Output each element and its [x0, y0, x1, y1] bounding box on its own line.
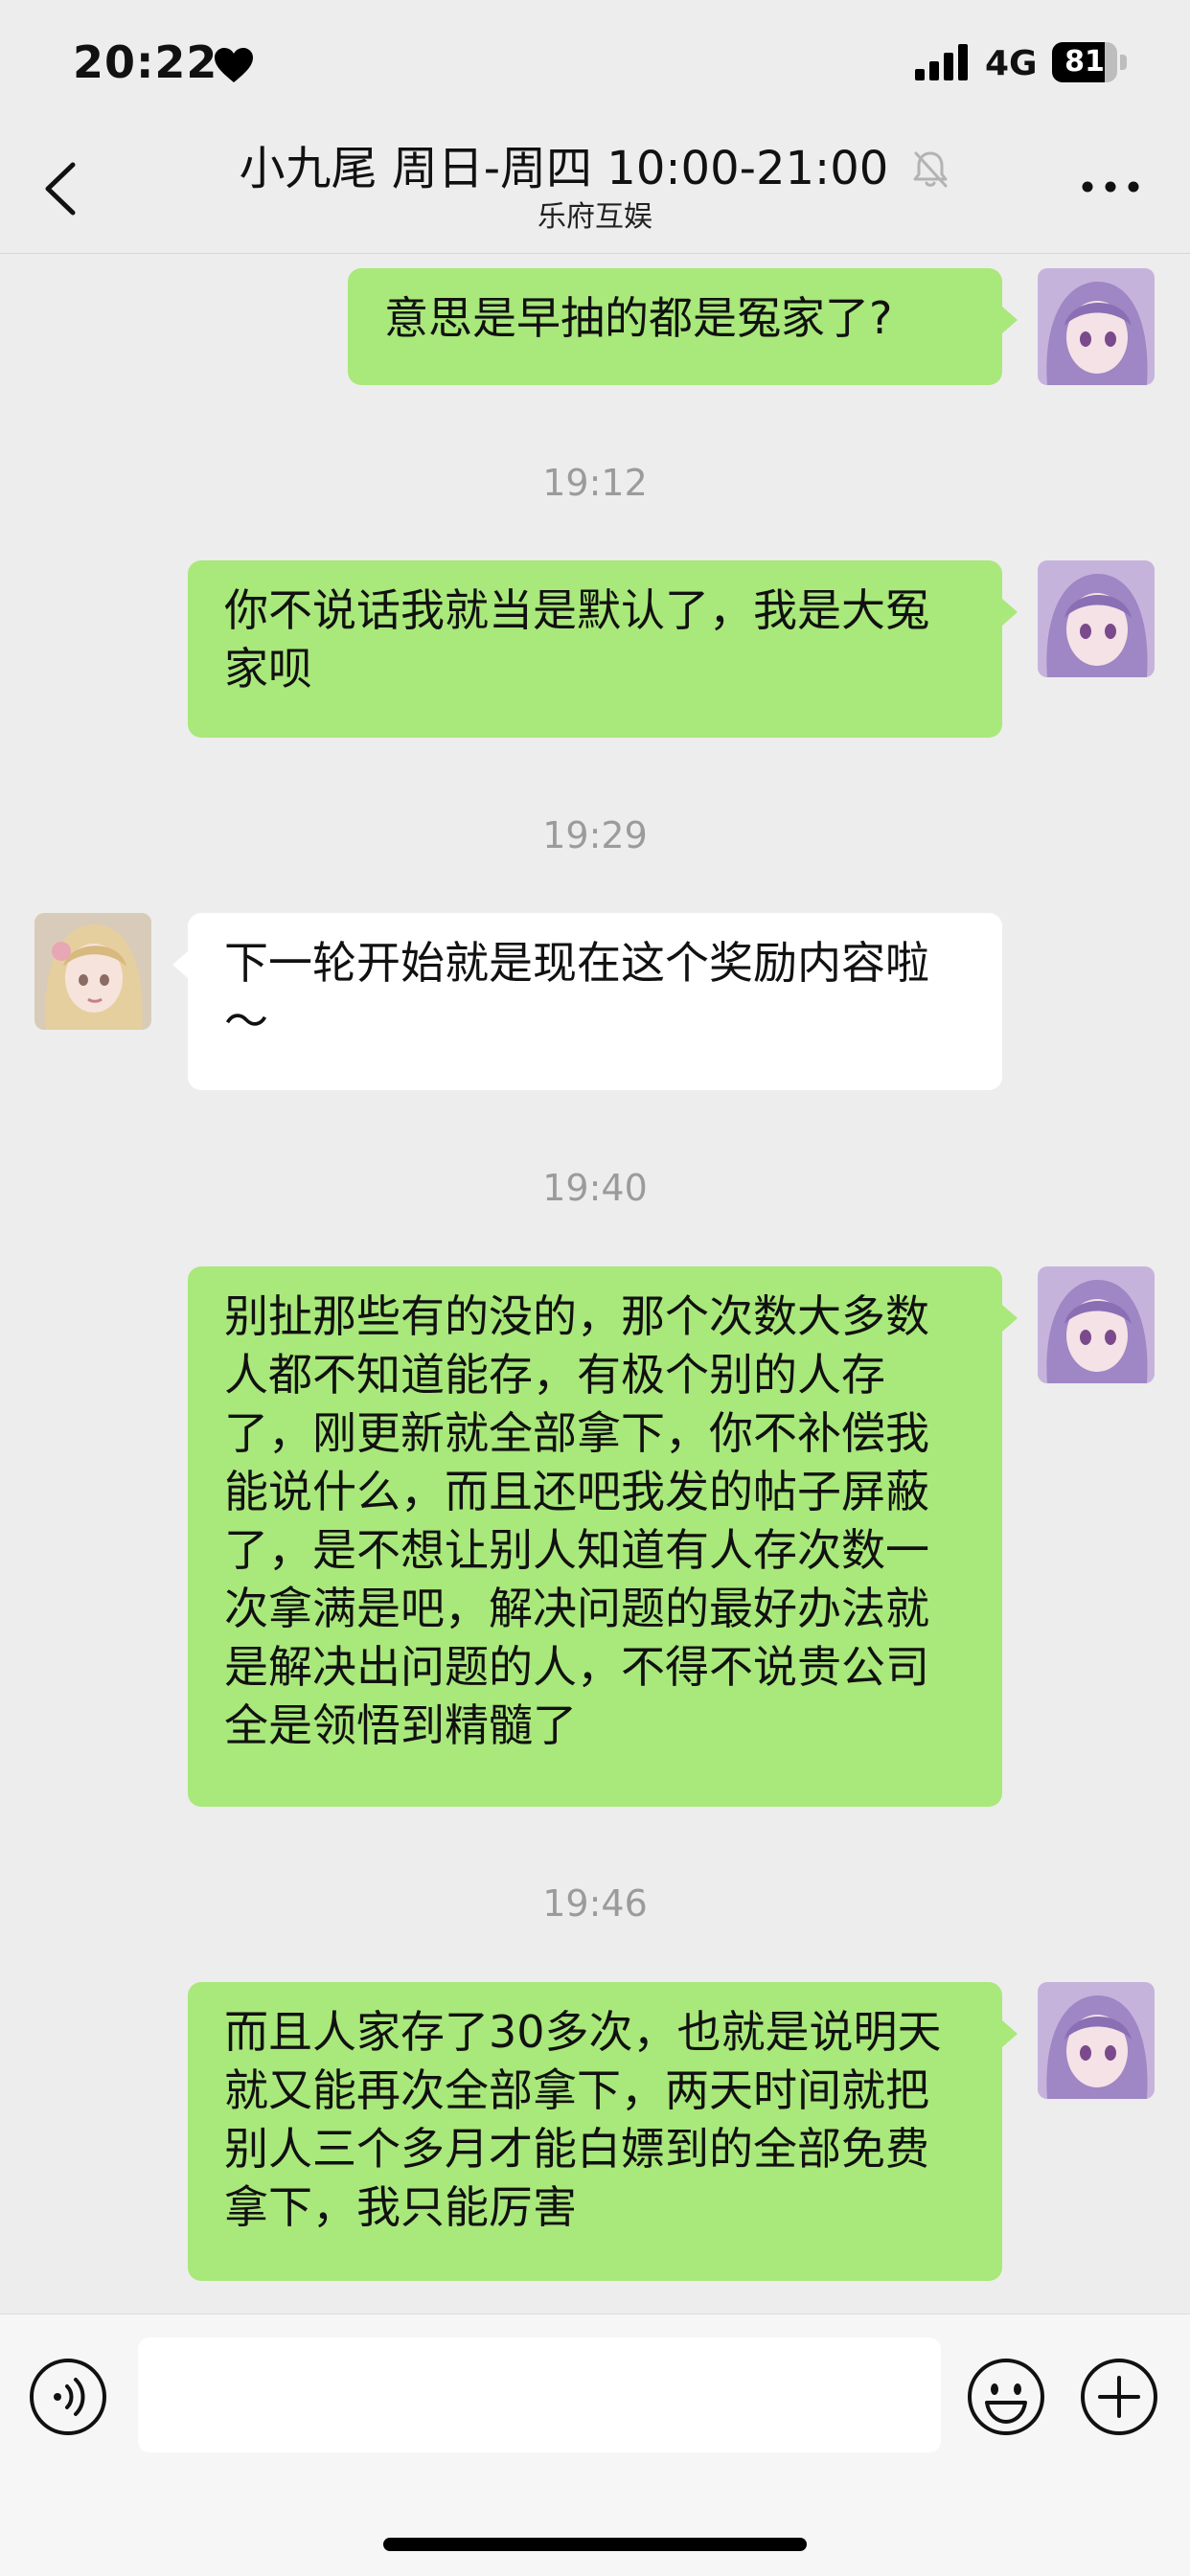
battery-level: 81	[1064, 45, 1105, 79]
message-bubble-other[interactable]: 下一轮开始就是现在这个奖励内容啦～	[188, 913, 1002, 1090]
timestamp: 19:12	[542, 462, 648, 504]
message-list[interactable]: 意思是早抽的都是冤家了? 19:12 你不说话我就当是默认了，我是大冤家呗 19…	[0, 254, 1190, 2314]
my-avatar[interactable]	[1038, 268, 1155, 385]
contact-avatar[interactable]	[34, 913, 151, 1030]
chat-header: 小九尾 周日-周四 10:00-21:00 乐府互娱	[0, 125, 1190, 254]
message-text: 你不说话我就当是默认了，我是大冤家呗	[224, 584, 929, 695]
message-bubble-me[interactable]: 意思是早抽的都是冤家了?	[348, 268, 1002, 385]
my-avatar[interactable]	[1038, 560, 1155, 677]
muted-bell-icon	[913, 151, 948, 188]
timestamp: 19:40	[542, 1167, 648, 1209]
voice-icon[interactable]	[29, 2358, 107, 2436]
home-indicator[interactable]	[383, 2538, 807, 2551]
chat-title-area[interactable]: 小九尾 周日-周四 10:00-21:00 乐府互娱	[144, 138, 1046, 236]
message-bubble-me[interactable]: 别扯那些有的没的，那个次数大多数人都不知道能存，有极个别的人存了，刚更新就全部拿…	[188, 1266, 1002, 1807]
message-text: 别扯那些有的没的，那个次数大多数人都不知道能存，有极个别的人存了，刚更新就全部拿…	[224, 1290, 929, 1751]
message-text: 意思是早抽的都是冤家了?	[384, 292, 893, 344]
heart-icon	[215, 48, 253, 82]
plus-icon[interactable]	[1079, 2357, 1159, 2437]
back-icon[interactable]	[34, 157, 92, 220]
chat-title: 小九尾 周日-周四 10:00-21:00	[239, 142, 889, 195]
emoji-icon[interactable]	[966, 2357, 1046, 2437]
more-icon[interactable]	[1077, 172, 1144, 201]
chat-subtitle: 乐府互娱	[538, 200, 652, 234]
status-bar: 20:22 4G 81	[0, 0, 1190, 125]
input-bar	[0, 2314, 1190, 2576]
status-time: 20:22	[73, 36, 218, 88]
timestamp: 19:29	[542, 814, 648, 856]
signal-icon	[915, 44, 968, 80]
my-avatar[interactable]	[1038, 1266, 1155, 1383]
network-type: 4G	[985, 44, 1038, 83]
message-bubble-me[interactable]: 而且人家存了30多次，也就是说明天就又能再次全部拿下，两天时间就把别人三个多月才…	[188, 1982, 1002, 2281]
message-text: 下一轮开始就是现在这个奖励内容啦～	[224, 937, 929, 1047]
message-text: 而且人家存了30多次，也就是说明天就又能再次全部拿下，两天时间就把别人三个多月才…	[224, 2006, 942, 2233]
message-bubble-me[interactable]: 你不说话我就当是默认了，我是大冤家呗	[188, 560, 1002, 738]
timestamp: 19:46	[542, 1882, 648, 1925]
message-input[interactable]	[138, 2337, 941, 2452]
battery-icon: 81	[1052, 42, 1129, 82]
my-avatar[interactable]	[1038, 1982, 1155, 2099]
